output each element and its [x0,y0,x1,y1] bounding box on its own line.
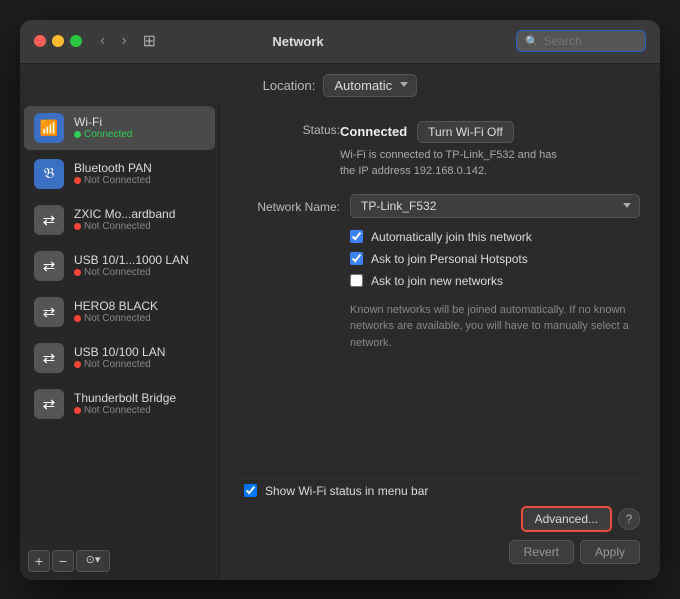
bt-status-dot [74,177,81,184]
main-content: 📶 Wi-Fi Connected 𝔅 Bluetooth PAN Not Co… [20,105,660,580]
status-value: Connected [340,124,407,139]
sidebar-thunderbolt-text: Thunderbolt Bridge Not Connected [74,391,176,416]
window-title: Network [88,34,508,49]
status-description: Wi-Fi is connected to TP-Link_F532 and h… [340,147,640,180]
ask-new-checkbox[interactable] [350,274,363,287]
ask-new-row: Ask to join new networks [350,274,640,288]
sidebar-usb1000-text: USB 10/1...1000 LAN Not Connected [74,253,189,278]
sidebar-item-usb100[interactable]: ⇄ USB 10/100 LAN Not Connected [24,336,215,380]
sidebar-usb1000-status: Not Connected [74,267,189,278]
hero8-icon: ⇄ [34,297,64,327]
action-row: Revert Apply [240,540,640,564]
sidebar-hero8-text: HERO8 BLACK Not Connected [74,299,158,324]
sidebar-item-bluetooth-pan[interactable]: 𝔅 Bluetooth PAN Not Connected [24,152,215,196]
network-name-label: Network Name: [240,198,340,214]
sidebar-wifi-status: Connected [74,129,132,140]
sidebar-hero8-status: Not Connected [74,313,158,324]
thunderbolt-status-dot [74,407,81,414]
close-button[interactable] [34,35,46,47]
show-wifi-row: Show Wi-Fi status in menu bar [244,484,640,498]
wifi-icon: 📶 [34,113,64,143]
sidebar-hero8-name: HERO8 BLACK [74,299,158,313]
ask-hotspot-row: Ask to join Personal Hotspots [350,252,640,266]
show-wifi-checkbox[interactable] [244,484,257,497]
sidebar-zxic-text: ZXIC Mo...ardband Not Connected [74,207,175,232]
status-content: Connected Turn Wi-Fi Off Wi-Fi is connec… [340,121,640,180]
sidebar-usb1000-name: USB 10/1...1000 LAN [74,253,189,267]
network-preferences-window: ‹ › ⊞ Network 🔍 Location: Automatic 📶 Wi… [20,20,660,580]
wifi-status-dot [74,131,81,138]
show-wifi-label[interactable]: Show Wi-Fi status in menu bar [265,484,428,498]
hero8-status-dot [74,315,81,322]
network-name-select[interactable]: TP-Link_F532 [350,194,640,218]
search-box[interactable]: 🔍 [516,30,646,52]
usb1000-icon: ⇄ [34,251,64,281]
right-panel: Status: Connected Turn Wi-Fi Off Wi-Fi i… [220,105,660,580]
zxic-status-dot [74,223,81,230]
sidebar-item-wifi[interactable]: 📶 Wi-Fi Connected [24,106,215,150]
sidebar-bt-name: Bluetooth PAN [74,161,152,175]
bottom-buttons: Advanced... ? [240,506,640,532]
sidebar-wifi-text: Wi-Fi Connected [74,115,132,140]
ask-hotspot-label[interactable]: Ask to join Personal Hotspots [371,252,528,266]
status-top: Connected Turn Wi-Fi Off [340,121,640,143]
location-bar: Location: Automatic [20,64,660,105]
titlebar: ‹ › ⊞ Network 🔍 [20,20,660,64]
location-select[interactable]: Automatic [323,74,417,97]
search-icon: 🔍 [525,35,539,48]
sidebar-wifi-name: Wi-Fi [74,115,132,129]
location-label: Location: [263,78,316,93]
maximize-button[interactable] [70,35,82,47]
search-input[interactable] [544,34,637,48]
revert-button[interactable]: Revert [509,540,574,564]
sidebar-thunderbolt-status: Not Connected [74,405,176,416]
ask-hotspot-checkbox[interactable] [350,252,363,265]
status-field-label: Status: [240,121,340,137]
sidebar-item-zxic[interactable]: ⇄ ZXIC Mo...ardband Not Connected [24,198,215,242]
sidebar-zxic-name: ZXIC Mo...ardband [74,207,175,221]
thunderbolt-icon: ⇄ [34,389,64,419]
bluetooth-icon: 𝔅 [34,159,64,189]
wifi-off-button[interactable]: Turn Wi-Fi Off [417,121,514,143]
sidebar-thunderbolt-name: Thunderbolt Bridge [74,391,176,405]
network-name-row: Network Name: TP-Link_F532 [240,194,640,218]
advanced-button[interactable]: Advanced... [521,506,612,532]
auto-join-row: Automatically join this network [350,230,640,244]
add-interface-button[interactable]: + [28,550,50,572]
apply-button[interactable]: Apply [580,540,640,564]
traffic-lights [34,35,82,47]
usb100-icon: ⇄ [34,343,64,373]
sidebar-item-usb1000[interactable]: ⇄ USB 10/1...1000 LAN Not Connected [24,244,215,288]
sidebar-bt-text: Bluetooth PAN Not Connected [74,161,152,186]
sidebar-zxic-status: Not Connected [74,221,175,232]
bottom-bar: Show Wi-Fi status in menu bar Advanced..… [240,473,640,564]
sidebar-usb100-name: USB 10/100 LAN [74,345,165,359]
known-networks-info: Known networks will be joined automatica… [350,302,640,352]
auto-join-checkbox[interactable] [350,230,363,243]
checkboxes: Automatically join this network Ask to j… [350,230,640,288]
zxic-icon: ⇄ [34,205,64,235]
sidebar-usb100-status: Not Connected [74,359,165,370]
remove-interface-button[interactable]: − [52,550,74,572]
usb1000-status-dot [74,269,81,276]
help-button[interactable]: ? [618,508,640,530]
usb100-status-dot [74,361,81,368]
action-interface-button[interactable]: ⊙▾ [76,550,110,572]
status-row: Status: Connected Turn Wi-Fi Off Wi-Fi i… [240,121,640,180]
sidebar: 📶 Wi-Fi Connected 𝔅 Bluetooth PAN Not Co… [20,105,220,580]
minimize-button[interactable] [52,35,64,47]
auto-join-label[interactable]: Automatically join this network [371,230,532,244]
ask-new-label[interactable]: Ask to join new networks [371,274,503,288]
sidebar-item-thunderbolt[interactable]: ⇄ Thunderbolt Bridge Not Connected [24,382,215,426]
sidebar-usb100-text: USB 10/100 LAN Not Connected [74,345,165,370]
sidebar-item-hero8[interactable]: ⇄ HERO8 BLACK Not Connected [24,290,215,334]
sidebar-bt-status: Not Connected [74,175,152,186]
sidebar-controls: + − ⊙▾ [20,542,219,580]
